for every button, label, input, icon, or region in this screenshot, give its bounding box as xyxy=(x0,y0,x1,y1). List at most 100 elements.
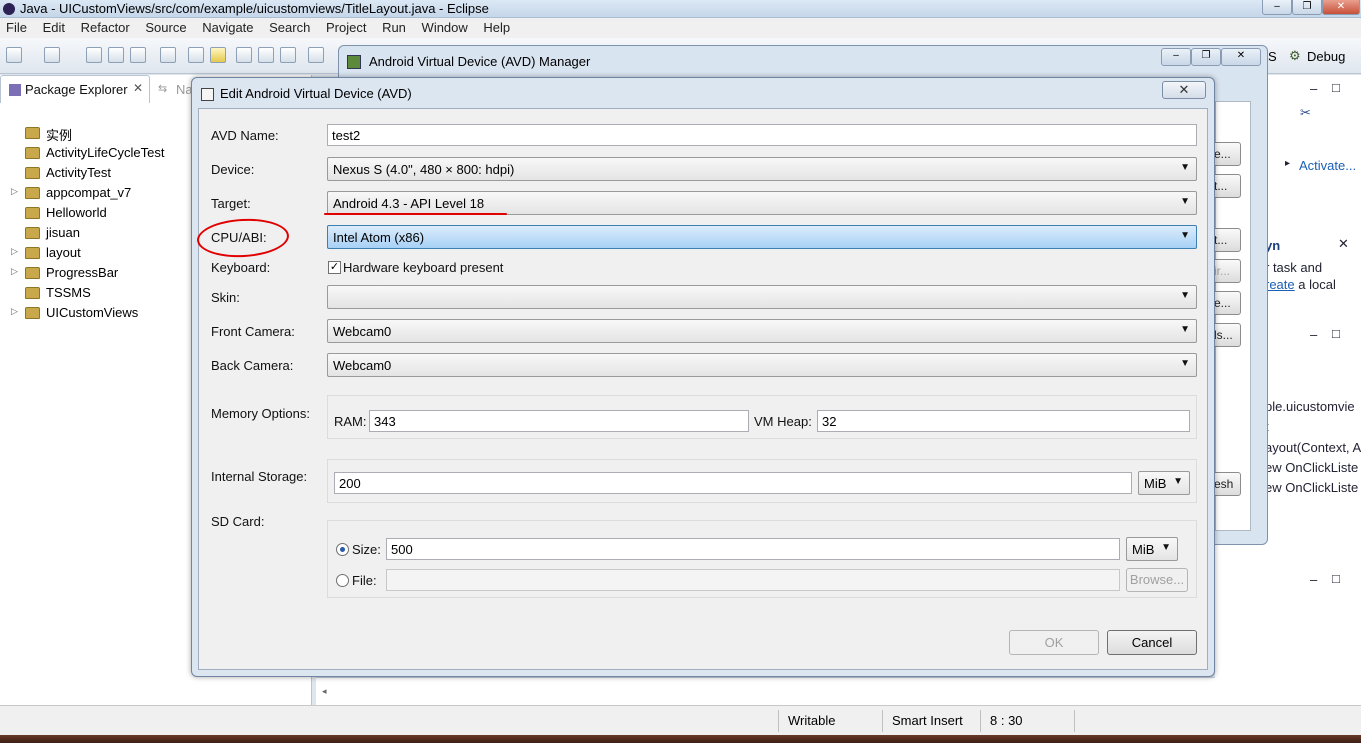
cpu-abi-select[interactable]: Intel Atom (x86) ▼ xyxy=(327,225,1197,249)
sd-size-radio[interactable] xyxy=(336,543,349,556)
save-all-icon[interactable] xyxy=(108,47,124,63)
project-folder-icon xyxy=(25,167,40,179)
outline-line[interactable]: ew OnClickListe xyxy=(1265,460,1358,475)
menu-file[interactable]: File xyxy=(0,18,33,37)
sd-card-label: SD Card: xyxy=(211,514,265,529)
outline-line[interactable]: ple.uicustomvie xyxy=(1265,399,1355,414)
navigator-tab-icon[interactable]: ⇆ xyxy=(158,82,167,95)
cancel-button[interactable]: Cancel xyxy=(1107,630,1197,655)
device-select[interactable]: Nexus S (4.0", 480 × 800: hdpi) ▼ xyxy=(327,157,1197,181)
sd-file-radio[interactable] xyxy=(336,574,349,587)
internal-storage-group: 200 MiB ▼ xyxy=(327,459,1197,503)
expand-arrow-icon[interactable]: ▷ xyxy=(11,246,18,257)
avd-minimize-button[interactable]: – xyxy=(1161,48,1191,66)
sd-size-unit-select[interactable]: MiB ▼ xyxy=(1126,537,1178,561)
sd-file-label[interactable]: File: xyxy=(352,573,377,588)
avd-maximize-button[interactable]: ❐ xyxy=(1191,48,1221,66)
internal-storage-unit-select[interactable]: MiB ▼ xyxy=(1138,471,1190,495)
dialog-icon xyxy=(201,88,214,101)
avd-close-button[interactable]: ✕ xyxy=(1221,48,1261,66)
sd-card-group: Size: 500 MiB ▼ File: Browse... xyxy=(327,520,1197,598)
back-camera-select[interactable]: Webcam0 ▼ xyxy=(327,353,1197,377)
internal-storage-label: Internal Storage: xyxy=(211,469,308,484)
chevron-down-icon: ▼ xyxy=(1161,542,1171,553)
project-folder-icon xyxy=(25,247,40,259)
menu-search[interactable]: Search xyxy=(263,18,316,37)
chevron-right-icon: ▸ xyxy=(1285,158,1291,169)
sd-size-input[interactable]: 500 xyxy=(386,538,1120,560)
tools-icon[interactable]: ✂ xyxy=(1300,105,1311,121)
device-label: Device: xyxy=(211,162,255,177)
project-folder-icon xyxy=(25,147,40,159)
layout-icon[interactable] xyxy=(258,47,274,63)
red-underline-annotation xyxy=(324,213,507,215)
menu-edit[interactable]: Edit xyxy=(37,18,71,37)
menu-project[interactable]: Project xyxy=(320,18,372,37)
outline-line[interactable]: ayout(Context, A xyxy=(1265,440,1361,455)
menu-window[interactable]: Window xyxy=(416,18,474,37)
status-separator xyxy=(1074,710,1075,732)
close-view-icon[interactable]: ✕ xyxy=(1338,236,1349,252)
debug-bug-icon[interactable]: ⚙ xyxy=(1289,48,1301,64)
dialog-title: Edit Android Virtual Device (AVD) xyxy=(220,86,412,101)
outline-line[interactable]: ew OnClickListe xyxy=(1265,480,1358,495)
minimize-button[interactable]: – xyxy=(1262,0,1292,15)
memory-options-group: RAM: 343 VM Heap: 32 xyxy=(327,395,1197,439)
save-icon[interactable] xyxy=(86,47,102,63)
skin-select[interactable]: ▼ xyxy=(327,285,1197,309)
close-tab-icon[interactable]: ✕ xyxy=(133,81,143,95)
menu-refactor[interactable]: Refactor xyxy=(75,18,136,37)
paragraph-icon[interactable] xyxy=(280,47,296,63)
menu-help[interactable]: Help xyxy=(477,18,516,37)
avd-name-label: AVD Name: xyxy=(211,128,279,143)
minimize-view-icon[interactable]: – xyxy=(1310,327,1317,342)
target-value: Android 4.3 - API Level 18 xyxy=(333,196,485,211)
activate-link[interactable]: Activate... xyxy=(1299,158,1356,173)
expand-arrow-icon[interactable]: ▷ xyxy=(11,306,18,317)
expand-arrow-icon[interactable]: ▷ xyxy=(11,186,18,197)
minimize-view-icon[interactable]: – xyxy=(1310,81,1317,96)
vm-heap-label: VM Heap: xyxy=(754,414,812,429)
hardware-keyboard-label[interactable]: Hardware keyboard present xyxy=(343,260,503,275)
menu-source[interactable]: Source xyxy=(139,18,192,37)
maximize-view-icon[interactable]: □ xyxy=(1332,80,1340,95)
new-icon[interactable] xyxy=(6,47,22,63)
close-button[interactable]: ✕ xyxy=(1322,0,1360,15)
sd-file-input[interactable] xyxy=(386,569,1120,591)
toggle-icon[interactable] xyxy=(160,47,176,63)
scroll-left-icon[interactable]: ◂ xyxy=(322,686,327,697)
sd-size-label[interactable]: Size: xyxy=(352,542,381,557)
task-text-line2: reate a local xyxy=(1265,277,1336,292)
dialog-close-button[interactable]: ✕ xyxy=(1162,81,1206,99)
hardware-keyboard-checkbox[interactable]: ✓ xyxy=(328,261,341,274)
editor-area: ◂ ▸ xyxy=(316,677,1361,705)
maximize-view-icon[interactable]: □ xyxy=(1332,571,1340,586)
avd-name-input[interactable]: test2 xyxy=(327,124,1197,146)
download-icon[interactable] xyxy=(308,47,324,63)
vm-heap-input[interactable]: 32 xyxy=(817,410,1190,432)
expand-arrow-icon[interactable]: ▷ xyxy=(11,266,18,277)
ok-button[interactable]: OK xyxy=(1009,630,1099,655)
target-select[interactable]: Android 4.3 - API Level 18 ▼ xyxy=(327,191,1197,215)
create-link[interactable]: reate xyxy=(1265,277,1295,292)
lint-icon[interactable] xyxy=(236,47,252,63)
android-sdk-icon[interactable] xyxy=(188,47,204,63)
debug-perspective[interactable]: Debug xyxy=(1307,49,1345,64)
internal-storage-input[interactable]: 200 xyxy=(334,472,1132,494)
task-text-rest: a local xyxy=(1294,277,1336,292)
maximize-view-icon[interactable]: □ xyxy=(1332,326,1340,341)
maximize-button[interactable]: ❐ xyxy=(1292,0,1322,15)
package-explorer-tab[interactable]: Package Explorer ✕ xyxy=(0,75,150,103)
minimize-view-icon[interactable]: – xyxy=(1310,572,1317,587)
task-text-line1: r task and xyxy=(1265,260,1323,275)
print-icon[interactable] xyxy=(130,47,146,63)
perspective-partial-label[interactable]: S xyxy=(1268,49,1277,64)
menu-navigate[interactable]: Navigate xyxy=(196,18,259,37)
avd-manager-icon[interactable] xyxy=(210,47,226,63)
menu-run[interactable]: Run xyxy=(376,18,412,37)
ram-input[interactable]: 343 xyxy=(369,410,749,432)
browse-button[interactable]: Browse... xyxy=(1126,568,1188,592)
new-wizard-icon[interactable] xyxy=(44,47,60,63)
chevron-down-icon: ▼ xyxy=(1173,476,1183,487)
front-camera-select[interactable]: Webcam0 ▼ xyxy=(327,319,1197,343)
